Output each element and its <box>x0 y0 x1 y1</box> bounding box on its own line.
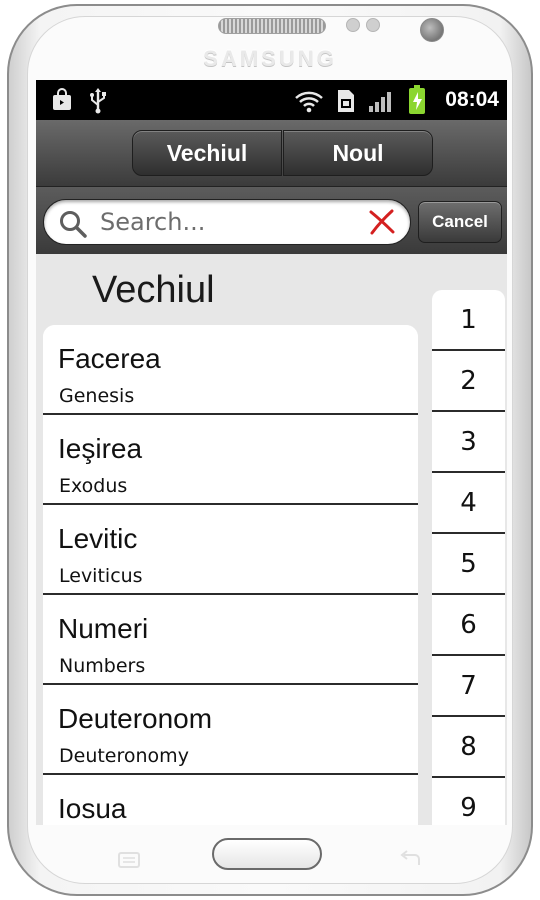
book-title: Facerea <box>58 343 161 374</box>
status-bar: 08:04 <box>36 80 507 120</box>
book-subtitle: Exodus <box>59 475 128 497</box>
list-item[interactable]: Iosua <box>43 775 418 825</box>
index-item[interactable]: 3 <box>432 412 505 473</box>
clear-search-icon[interactable] <box>368 209 396 240</box>
screen: 08:04 Vechiul Noul Cancel Vechiul Facere… <box>36 80 507 825</box>
search-field <box>43 199 411 245</box>
light-sensor <box>366 18 380 32</box>
usb-icon <box>88 88 108 119</box>
book-list-panel: Vechiul Facerea Genesis Ieşirea Exodus L… <box>36 255 507 825</box>
index-item[interactable]: 5 <box>432 534 505 595</box>
sim-card-icon <box>336 88 356 119</box>
tab-noul[interactable]: Noul <box>283 130 433 176</box>
proximity-sensor <box>346 18 360 32</box>
book-subtitle: Genesis <box>59 385 135 407</box>
index-item[interactable]: 1 <box>432 290 505 351</box>
signal-icon <box>368 89 394 118</box>
index-item[interactable]: 7 <box>432 656 505 717</box>
list-item[interactable]: Deuteronom Deuteronomy <box>43 685 418 775</box>
chapter-index: 1 2 3 4 5 6 7 8 9 <box>432 290 505 825</box>
front-camera <box>420 18 444 42</box>
shopping-bag-icon <box>50 88 74 117</box>
menu-key-icon[interactable] <box>118 852 140 873</box>
book-title: Deuteronom <box>58 703 213 734</box>
index-item[interactable]: 8 <box>432 717 505 778</box>
search-icon <box>58 209 88 244</box>
index-item[interactable]: 6 <box>432 595 505 656</box>
battery-charging-icon <box>408 85 426 120</box>
index-item[interactable]: 9 <box>432 778 505 825</box>
search-input[interactable] <box>100 207 350 237</box>
list-item[interactable]: Levitic Leviticus <box>43 505 418 595</box>
brand-logo: SAMSUNG <box>203 46 337 71</box>
home-button[interactable] <box>212 838 322 870</box>
earpiece-speaker <box>218 18 326 34</box>
book-subtitle: Numbers <box>59 655 146 677</box>
book-subtitle: Deuteronomy <box>59 745 189 767</box>
clock: 08:04 <box>445 88 499 111</box>
section-title: Vechiul <box>92 269 215 311</box>
book-subtitle: Leviticus <box>59 565 143 587</box>
search-bar: Cancel <box>36 187 507 254</box>
index-item[interactable]: 2 <box>432 351 505 412</box>
testament-switcher: Vechiul Noul <box>36 120 507 187</box>
book-title: Levitic <box>58 523 138 554</box>
book-list: Facerea Genesis Ieşirea Exodus Levitic L… <box>43 325 418 825</box>
list-item[interactable]: Facerea Genesis <box>43 325 418 415</box>
book-title: Iosua <box>58 793 127 824</box>
list-item[interactable]: Ieşirea Exodus <box>43 415 418 505</box>
cancel-button[interactable]: Cancel <box>418 201 502 243</box>
tab-vechiul[interactable]: Vechiul <box>132 130 282 176</box>
back-key-icon[interactable] <box>399 850 423 873</box>
list-item[interactable]: Numeri Numbers <box>43 595 418 685</box>
index-item[interactable]: 4 <box>432 473 505 534</box>
book-title: Ieşirea <box>58 433 143 464</box>
book-title: Numeri <box>58 613 149 644</box>
wifi-icon <box>294 89 324 118</box>
